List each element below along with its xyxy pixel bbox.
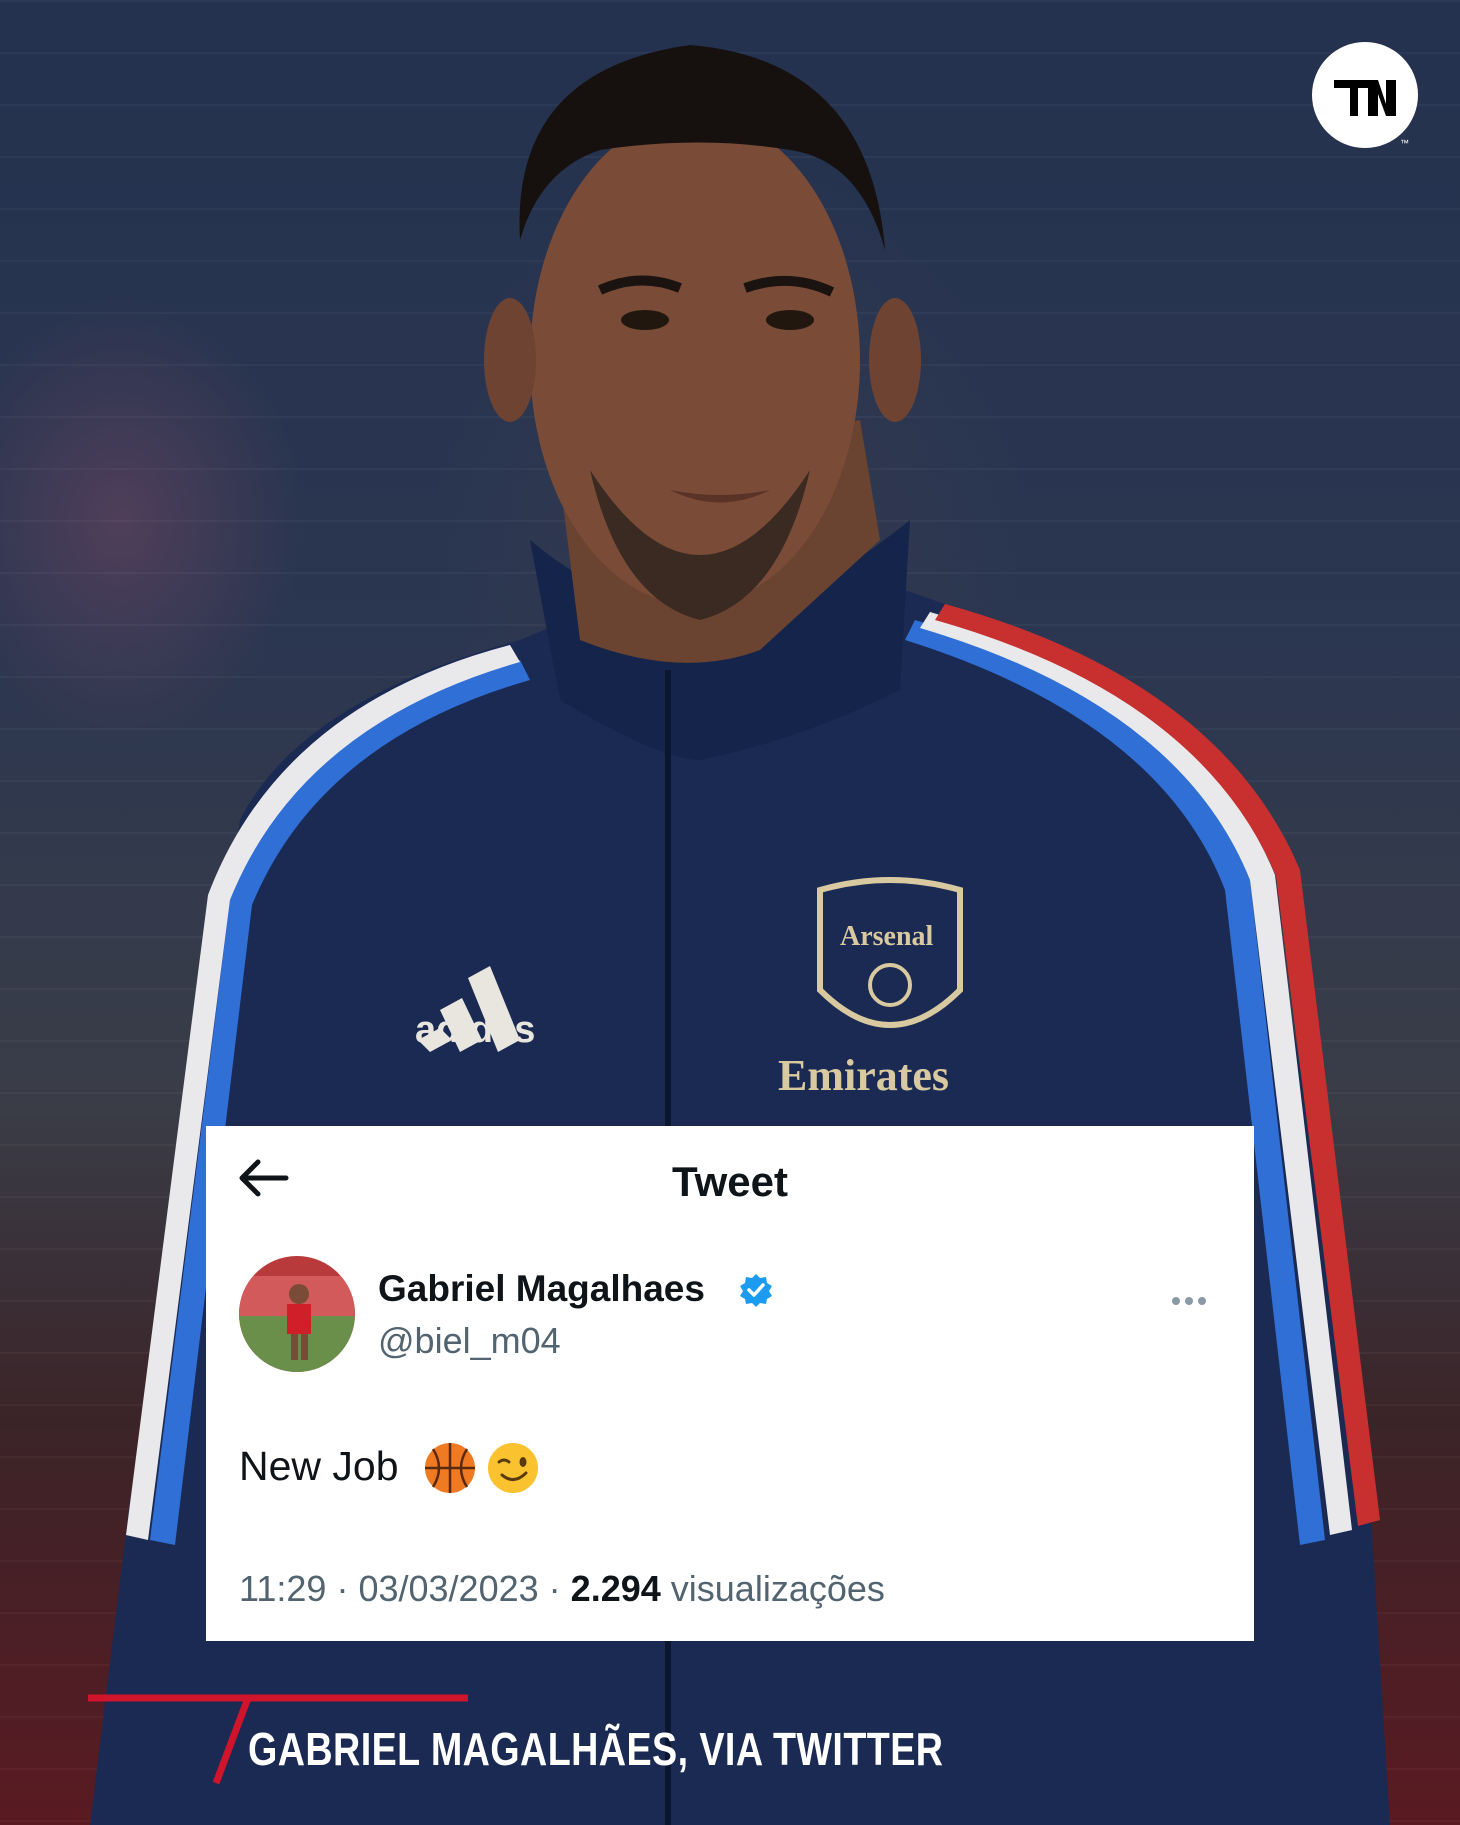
caption-text: GABRIEL MAGALHÃES, VIA TWITTER <box>248 1723 944 1775</box>
winking-face-emoji <box>488 1443 538 1493</box>
more-dot <box>1185 1297 1193 1305</box>
page-title: Tweet <box>672 1158 788 1205</box>
meta-separator: · <box>548 1568 561 1609</box>
more-dot <box>1198 1297 1206 1305</box>
basketball-emoji <box>425 1443 475 1493</box>
author-display-name[interactable]: Gabriel Magalhaes <box>378 1268 705 1310</box>
tweet-metadata: 11:29 · 03/03/2023 · 2.294 visualizações <box>239 1568 885 1610</box>
tweet-text: New Job <box>239 1443 399 1489</box>
svg-text:Arsenal: Arsenal <box>840 921 934 952</box>
verified-badge-icon <box>740 1274 772 1307</box>
views-count: 2.294 <box>570 1568 661 1609</box>
more-options-button[interactable] <box>1172 1292 1216 1308</box>
tweet-date[interactable]: 03/03/2023 <box>358 1568 538 1609</box>
avatar[interactable] <box>239 1256 355 1372</box>
svg-text:adidas: adidas <box>415 1009 535 1051</box>
more-dots-icon <box>1172 1297 1180 1305</box>
tweet-card: Tweet Gabriel Magalhaes @biel_m04 New Jo… <box>206 1126 1254 1641</box>
author-handle[interactable]: @biel_m04 <box>378 1320 561 1362</box>
tweet-time[interactable]: 11:29 <box>239 1568 326 1609</box>
svg-text:Emirates: Emirates <box>778 1051 949 1100</box>
trademark-symbol: ™ <box>1400 138 1409 148</box>
tnt-sports-logo <box>1312 42 1418 148</box>
views-label: visualizações <box>670 1568 885 1609</box>
meta-separator: · <box>336 1568 349 1609</box>
